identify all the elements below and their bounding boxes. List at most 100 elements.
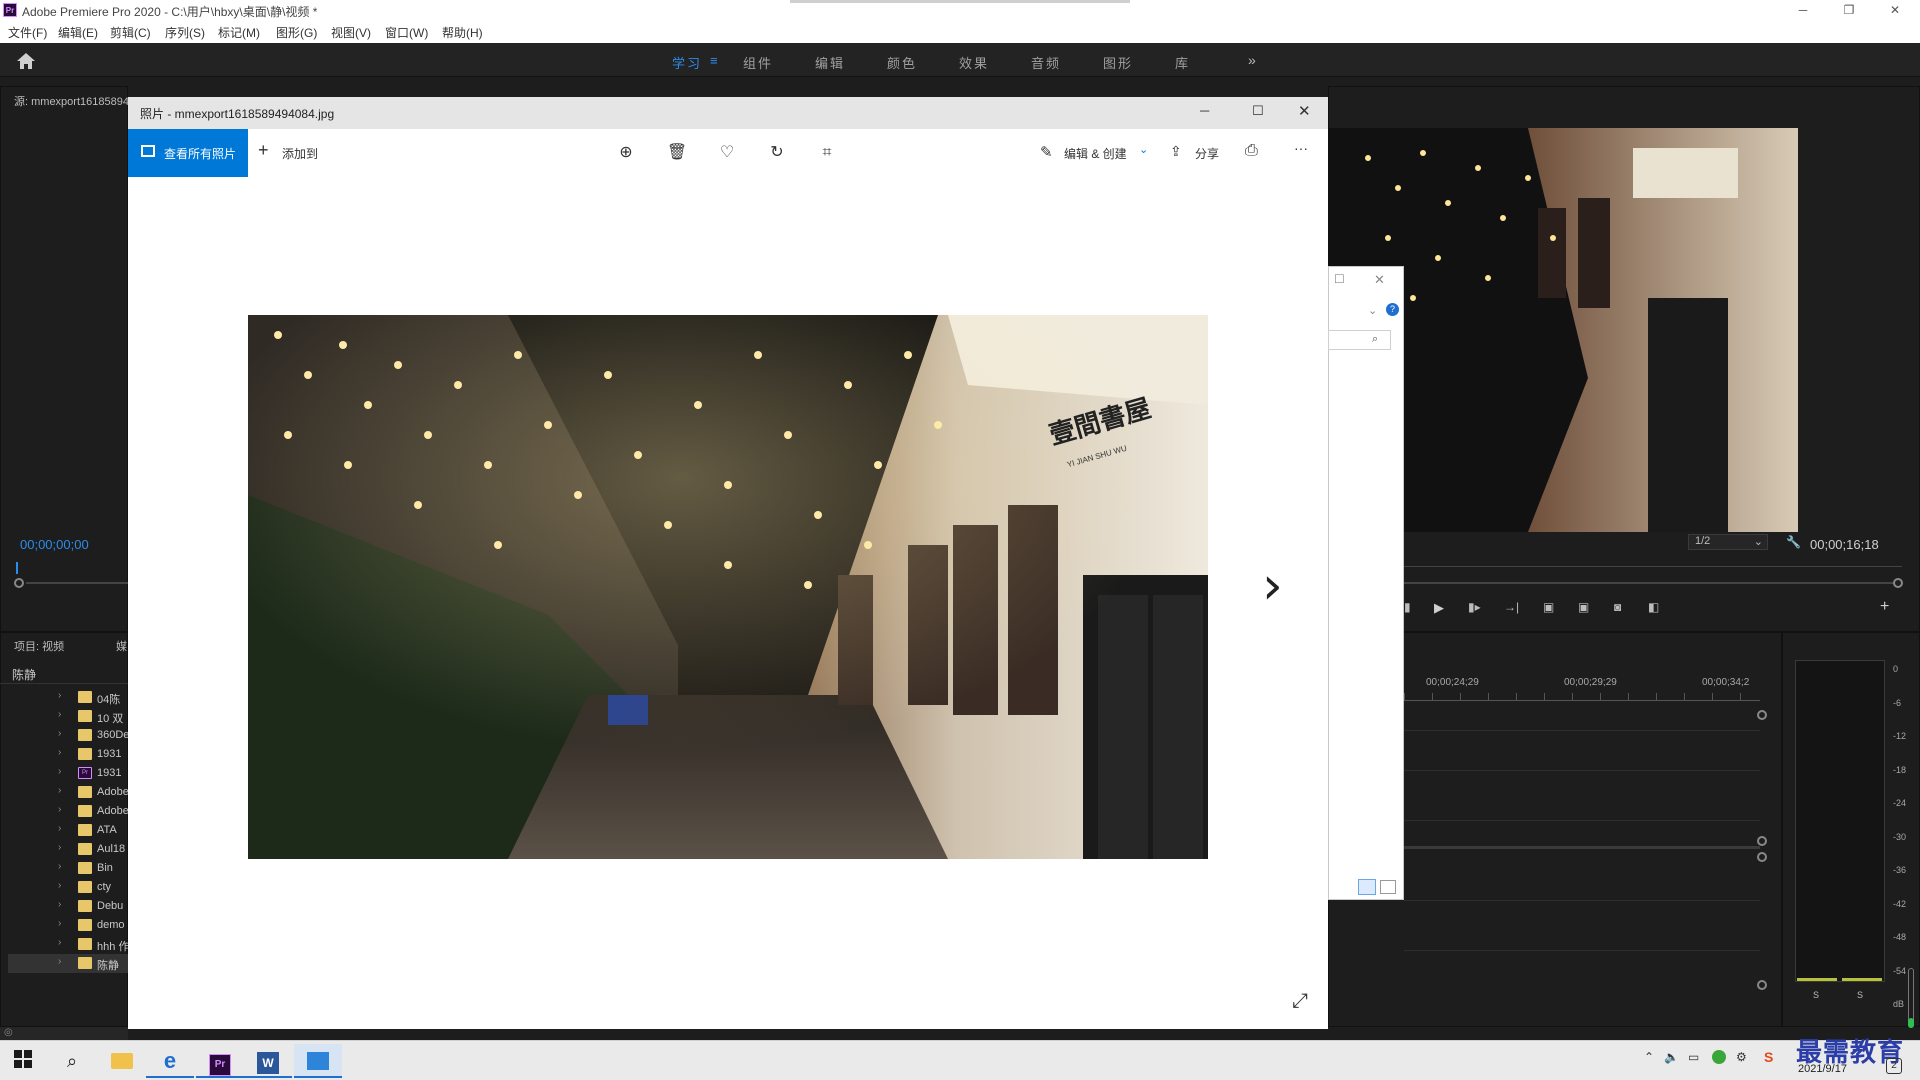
project-bin-row[interactable]: › cty <box>8 878 128 897</box>
play-icon[interactable]: ▶ <box>1434 600 1444 616</box>
workspace-libraries[interactable]: 库 <box>1175 53 1190 72</box>
menu-clip[interactable]: 剪辑(C) <box>110 24 151 41</box>
photo-image[interactable] <box>248 315 1208 859</box>
program-timecode[interactable]: 00;00;16;18 <box>1810 537 1879 552</box>
menu-edit[interactable]: 编辑(E) <box>58 24 98 41</box>
edit-create-icon[interactable]: ✎ <box>1040 143 1053 161</box>
edit-create-button[interactable]: 编辑 & 创建 <box>1064 145 1127 162</box>
thumbnail-view-icon[interactable] <box>1380 880 1396 894</box>
project-panel-title[interactable]: 项目: 视频 <box>14 638 64 654</box>
program-zoom-select[interactable]: 1/2 ⌄ <box>1688 534 1768 550</box>
expand-chevron-icon[interactable]: › <box>58 918 61 929</box>
crop-icon[interactable]: ⌗ <box>816 142 838 164</box>
meter-solo-left[interactable]: S <box>1813 990 1819 1000</box>
wrench-icon[interactable]: 🔧 <box>1786 535 1801 549</box>
show-hidden-icons-icon[interactable]: ⌃ <box>1644 1050 1654 1064</box>
minimize-icon[interactable]: ─ <box>1200 103 1209 118</box>
expand-chevron-icon[interactable]: › <box>58 937 61 948</box>
source-playhead[interactable] <box>16 562 18 574</box>
timeline-ruler[interactable] <box>1404 693 1760 701</box>
program-zoom-bar[interactable] <box>1404 582 1894 584</box>
timeline-scroll-handle[interactable] <box>1757 836 1767 846</box>
extract-icon[interactable]: ▣ <box>1578 600 1589 614</box>
workspace-color[interactable]: 颜色 <box>887 53 917 72</box>
add-to-button[interactable]: 添加到 <box>282 145 318 162</box>
project-bin-row[interactable]: › Adobe <box>8 783 129 802</box>
share-button[interactable]: 分享 <box>1195 145 1219 162</box>
camera-icon[interactable]: ◙ <box>1614 600 1621 614</box>
delete-icon[interactable]: 🗑 <box>666 142 688 164</box>
volume-icon[interactable]: 🔈 <box>1664 1050 1679 1064</box>
expand-chevron-icon[interactable]: › <box>58 747 61 758</box>
details-view-icon[interactable] <box>1358 879 1376 895</box>
print-icon[interactable]: ⎙ <box>1245 142 1258 160</box>
next-photo-icon[interactable]: › <box>1262 556 1283 616</box>
menu-help[interactable]: 帮助(H) <box>442 24 483 41</box>
source-timecode[interactable]: 00;00;00;00 <box>20 537 89 552</box>
expand-chevron-icon[interactable]: › <box>58 690 61 701</box>
maximize-icon[interactable]: ☐ <box>1252 103 1264 119</box>
project-bin-row[interactable]: › 陈静 <box>8 954 128 973</box>
workspace-learning[interactable]: 学习 <box>672 53 702 72</box>
menu-sequence[interactable]: 序列(S) <box>165 24 205 41</box>
add-button-icon[interactable]: + <box>1880 598 1889 616</box>
settings-icon[interactable]: ⚙ <box>1736 1050 1747 1064</box>
zoom-in-icon[interactable]: ⊕ <box>615 142 637 164</box>
photos-app-icon[interactable] <box>294 1044 342 1078</box>
notification-icon[interactable]: 2 <box>1886 1058 1902 1074</box>
source-panel-title[interactable]: 源: mmexport16185894 <box>14 93 128 109</box>
workspace-effects[interactable]: 效果 <box>959 53 989 72</box>
source-zoom-bar[interactable] <box>26 582 128 584</box>
menu-file[interactable]: 文件(F) <box>8 24 47 41</box>
program-zoom-handle[interactable] <box>1893 578 1903 588</box>
close-icon[interactable]: ✕ <box>1872 0 1918 21</box>
expand-chevron-icon[interactable]: › <box>58 823 61 834</box>
project-bin-row[interactable]: › Pr 1931 <box>8 764 128 783</box>
expand-chevron-icon[interactable]: › <box>58 785 61 796</box>
project-bin-row[interactable]: › Aul18 <box>8 840 128 859</box>
project-bin-row[interactable]: › 360De <box>8 726 129 745</box>
project-bin-row[interactable]: › 04陈 <box>8 688 128 707</box>
expand-chevron-icon[interactable]: › <box>58 728 61 739</box>
project-bin-row[interactable]: › ATA <box>8 821 128 840</box>
source-zoom-handle[interactable] <box>14 578 24 588</box>
expand-chevron-icon[interactable]: › <box>58 880 61 891</box>
dialog-search-input[interactable] <box>1328 330 1391 350</box>
help-icon[interactable]: ? <box>1386 303 1399 316</box>
rotate-icon[interactable]: ↻ <box>766 142 788 164</box>
share-icon[interactable]: ⇪ <box>1170 143 1182 160</box>
project-bin-row[interactable]: › Debu <box>8 897 128 916</box>
chevron-down-icon[interactable]: ⌄ <box>1368 304 1377 317</box>
workspace-editing[interactable]: 编辑 <box>815 53 845 72</box>
project-bin-row[interactable]: › hhh 作 <box>8 935 129 954</box>
step-forward-icon[interactable]: ▮▸ <box>1468 600 1481 614</box>
expand-chevron-icon[interactable]: › <box>58 709 61 720</box>
windows-start-icon[interactable] <box>14 1050 32 1073</box>
chevron-down-icon[interactable]: ⌄ <box>1139 143 1148 156</box>
workspace-more-icon[interactable]: » <box>1248 52 1256 68</box>
timeline-scroll-handle[interactable] <box>1757 852 1767 862</box>
menu-markers[interactable]: 标记(M) <box>218 24 260 41</box>
go-to-out-icon[interactable]: →| <box>1504 600 1519 614</box>
compare-view-icon[interactable]: ◧ <box>1648 600 1659 614</box>
add-icon[interactable]: + <box>258 140 269 161</box>
project-bin-row[interactable]: › Bin <box>8 859 128 878</box>
media-browser-tab[interactable]: 媒 <box>116 638 127 654</box>
project-bin-row[interactable]: › 10 双 <box>8 707 128 726</box>
timeline-scroll-handle[interactable] <box>1757 710 1767 720</box>
menu-window[interactable]: 窗口(W) <box>385 24 428 41</box>
meter-solo-right[interactable]: S <box>1857 990 1863 1000</box>
expand-chevron-icon[interactable]: › <box>58 861 61 872</box>
menu-graphics[interactable]: 图形(G) <box>276 24 317 41</box>
view-all-photos-button[interactable]: 查看所有照片 <box>128 129 248 177</box>
project-bin-row[interactable]: › 1931 <box>8 745 128 764</box>
premiere-taskbar-icon[interactable]: Pr <box>196 1044 244 1078</box>
edge-browser-icon[interactable]: e <box>146 1044 194 1078</box>
restore-icon[interactable]: ❐ <box>1826 0 1872 21</box>
project-bin-row[interactable]: › Adobe <box>8 802 129 821</box>
close-icon[interactable]: ✕ <box>1298 102 1311 120</box>
project-search-field[interactable]: 陈静 <box>12 666 36 683</box>
expand-chevron-icon[interactable]: › <box>58 766 61 777</box>
security-icon[interactable] <box>1712 1050 1726 1064</box>
maximize-icon[interactable]: ☐ <box>1334 272 1345 286</box>
